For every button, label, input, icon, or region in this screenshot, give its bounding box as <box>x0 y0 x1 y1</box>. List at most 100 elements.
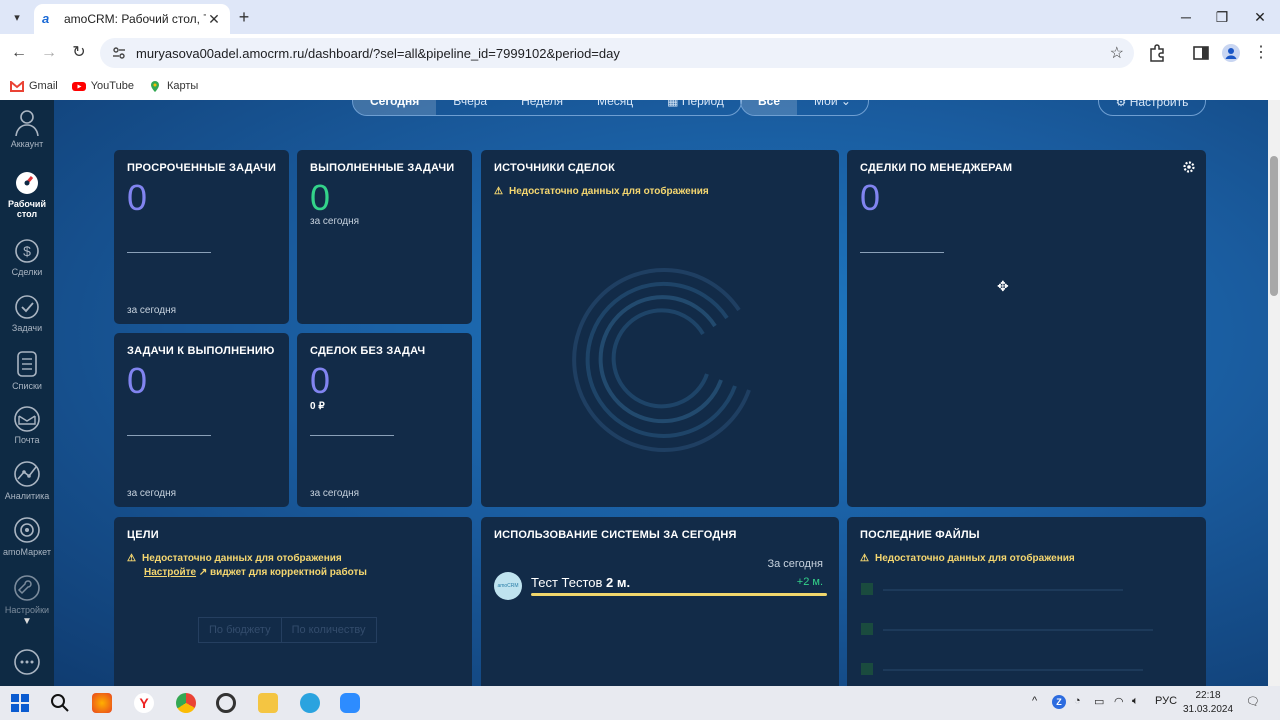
card-overdue-tasks[interactable]: ПРОСРОЧЕННЫЕ ЗАДАЧИ 0 за сегодня <box>114 150 289 324</box>
file-placeholder-icon <box>861 623 873 635</box>
card-title: ИСТОЧНИКИ СДЕЛОК <box>494 162 615 174</box>
bookmark-label: Gmail <box>29 80 58 92</box>
sidebar-item-lists[interactable]: Списки <box>0 350 54 391</box>
card-todo-tasks[interactable]: ЗАДАЧИ К ВЫПОЛНЕНИЮ 0 за сегодня <box>114 333 289 507</box>
bookmark-maps[interactable]: Карты <box>148 80 198 92</box>
card-deal-sources[interactable]: ИСТОЧНИКИ СДЕЛОК ⚠ Недостаточно данных д… <box>481 150 839 507</box>
card-subtitle: за сегодня <box>310 216 360 227</box>
card-goals[interactable]: ЦЕЛИ ⚠ Недостаточно данных для отображен… <box>114 517 472 686</box>
tab-by-count[interactable]: По количеству <box>281 617 377 643</box>
ccleaner-icon[interactable] <box>216 693 236 713</box>
browser-tab[interactable]: a amoCRM: Рабочий стол, Тесто ✕ <box>34 4 230 34</box>
budget-amount: 0 ₽ <box>310 401 325 412</box>
sidebar-item-analytics[interactable]: Аналитика <box>0 460 54 501</box>
divider <box>860 252 944 253</box>
side-panel-icon[interactable] <box>1192 44 1210 62</box>
site-info-icon[interactable] <box>112 46 126 60</box>
warning-icon: ⚠ <box>494 186 503 197</box>
bookmark-star-icon[interactable]: ☆ <box>1110 43 1124 63</box>
card-done-tasks[interactable]: ВЫПОЛНЕННЫЕ ЗАДАЧИ 0 за сегодня <box>297 150 472 324</box>
goals-tabs: По бюджету По количеству <box>198 617 377 643</box>
card-deals-without-tasks[interactable]: СДЕЛОК БЕЗ ЗАДАЧ 0 0 ₽ за сегодня <box>297 333 472 507</box>
sidebar-chat-button[interactable] <box>0 648 54 679</box>
tab-search-icon[interactable]: ▾ <box>6 6 28 28</box>
clock[interactable]: 22:18 31.03.2024 <box>1182 689 1234 717</box>
card-footer: за сегодня <box>310 488 360 499</box>
notifications-icon[interactable]: 🗨︎ <box>1246 695 1260 708</box>
period-custom[interactable]: ▦ Период <box>650 100 741 115</box>
scope-mine[interactable]: Мои ⌄ <box>797 100 868 115</box>
sidebar-item-tasks[interactable]: Задачи <box>0 292 54 333</box>
bookmark-label: YouTube <box>90 80 134 92</box>
card-recent-files[interactable]: ПОСЛЕДНИЕ ФАЙЛЫ ⚠ Недостаточно данных дл… <box>847 517 1206 686</box>
windows-taskbar: Y ^ Z ◔ ▭ ◠ 🔈︎ РУС 22:18 31.03.2024 🗨︎ <box>0 686 1280 720</box>
back-icon[interactable]: ← <box>8 42 30 64</box>
file-explorer-icon[interactable] <box>258 693 278 713</box>
bookmark-gmail[interactable]: Gmail <box>10 80 58 92</box>
period-week[interactable]: Неделя <box>504 100 580 115</box>
language-indicator[interactable]: РУС <box>1155 695 1177 707</box>
card-system-usage[interactable]: ИСПОЛЬЗОВАНИЕ СИСТЕМЫ ЗА СЕГОДНЯ За сего… <box>481 517 839 686</box>
firefox-icon[interactable] <box>92 693 112 713</box>
sidebar-item-market[interactable]: amoМаркет <box>0 516 54 557</box>
url-text: muryasova00adel.amocrm.ru/dashboard/?sel… <box>136 45 620 61</box>
maximize-icon[interactable]: ❐ <box>1204 6 1240 28</box>
minimize-icon[interactable]: ─ <box>1168 6 1204 28</box>
file-placeholder-icon <box>861 583 873 595</box>
tab-close-icon[interactable]: ✕ <box>206 11 222 28</box>
scrollbar-thumb[interactable] <box>1270 156 1278 296</box>
zoom-icon[interactable] <box>340 693 360 713</box>
reload-icon[interactable]: ↻ <box>68 42 90 64</box>
window-close-icon[interactable]: ✕ <box>1242 6 1278 28</box>
scope-all[interactable]: Все <box>741 100 798 115</box>
sidebar-item-mail[interactable]: Почта <box>0 406 54 445</box>
browser-tab-bar: ▾ a amoCRM: Рабочий стол, Тесто ✕ + ─ ❐ … <box>0 0 1280 34</box>
deals-icon: $ <box>15 239 39 263</box>
period-month[interactable]: Месяц <box>580 100 650 115</box>
card-footer: за сегодня <box>127 305 177 316</box>
card-title: ИСПОЛЬЗОВАНИЕ СИСТЕМЫ ЗА СЕГОДНЯ <box>494 529 737 541</box>
zoom-tray-icon[interactable]: Z <box>1052 695 1066 709</box>
period-today[interactable]: Сегодня <box>353 100 437 115</box>
battery-icon[interactable]: ▭ <box>1094 695 1104 708</box>
card-deals-by-managers[interactable]: СДЕЛКИ ПО МЕНЕДЖЕРАМ 0 ✥ <box>847 150 1206 507</box>
network-tray-icon[interactable]: ◔ <box>1074 695 1081 707</box>
volume-icon[interactable]: 🔈︎ <box>1132 695 1139 708</box>
show-hidden-icons-icon[interactable]: ^ <box>1032 695 1037 707</box>
setup-widget-link[interactable]: Настройте <box>144 567 196 578</box>
sidebar-item-account[interactable]: Аккаунт <box>0 108 54 149</box>
page-scrollbar[interactable] <box>1268 100 1280 686</box>
overdue-count: 0 <box>127 177 148 218</box>
dashboard-icon <box>16 172 38 194</box>
card-footer: за сегодня <box>127 488 177 499</box>
done-count: 0 <box>310 177 331 218</box>
search-icon[interactable] <box>50 693 70 713</box>
no-tasks-count: 0 <box>310 360 331 401</box>
divider <box>310 435 394 436</box>
windows-start-icon[interactable] <box>10 693 30 713</box>
extensions-icon[interactable] <box>1148 44 1166 62</box>
setup-button[interactable]: ⚙ Настроить <box>1098 100 1206 116</box>
gmail-icon <box>10 80 24 92</box>
telegram-icon[interactable] <box>300 693 320 713</box>
browser-menu-icon[interactable]: ⋮ <box>1250 42 1272 64</box>
yandex-browser-icon[interactable]: Y <box>134 693 154 713</box>
sidebar-scroll-down-icon[interactable]: ▼ <box>0 616 54 627</box>
forward-icon[interactable]: → <box>38 42 60 64</box>
card-settings-gear-icon[interactable] <box>1182 160 1196 174</box>
file-placeholder-line <box>883 629 1153 631</box>
tab-by-budget[interactable]: По бюджету <box>198 617 282 643</box>
profile-icon[interactable] <box>1222 44 1240 62</box>
address-bar[interactable]: muryasova00adel.amocrm.ru/dashboard/?sel… <box>100 38 1134 68</box>
wifi-icon[interactable]: ◠ <box>1114 695 1124 708</box>
period-yesterday[interactable]: Вчера <box>436 100 504 115</box>
sidebar-item-dashboard[interactable]: Рабочий стол <box>0 170 54 219</box>
sidebar-item-deals[interactable]: $ Сделки <box>0 236 54 277</box>
new-tab-button[interactable]: + <box>234 7 254 27</box>
bookmark-youtube[interactable]: YouTube <box>71 80 134 92</box>
sidebar-item-settings[interactable]: Настройки <box>0 574 54 615</box>
chrome-icon[interactable] <box>176 693 196 713</box>
todo-count: 0 <box>127 360 148 401</box>
file-placeholder-icon <box>861 663 873 675</box>
managers-count: 0 <box>860 177 881 218</box>
